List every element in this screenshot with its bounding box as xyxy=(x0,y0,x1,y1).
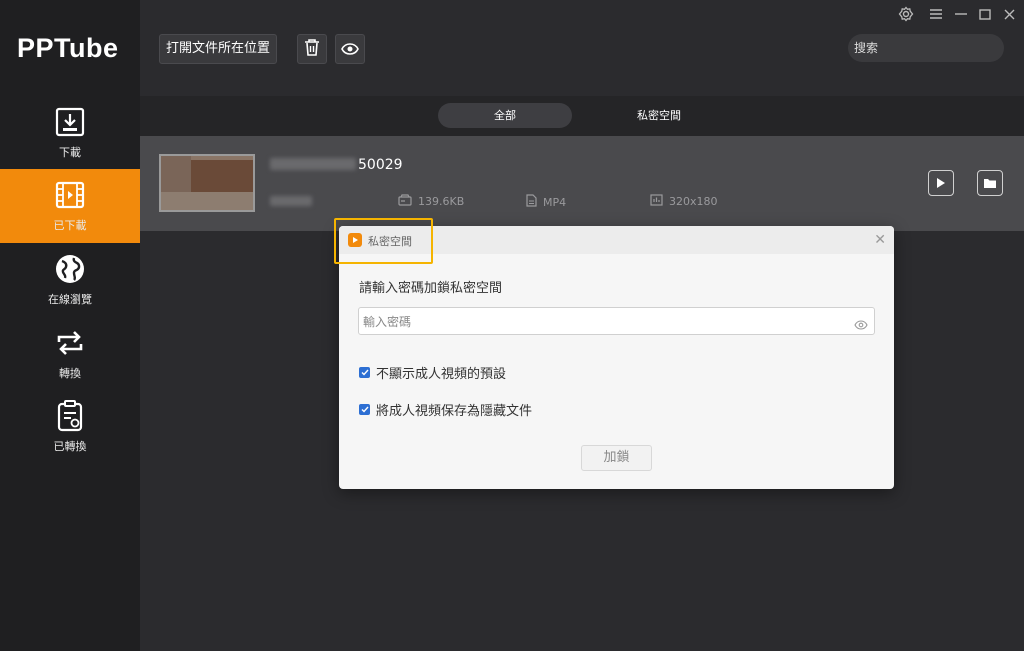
file-icon xyxy=(526,194,537,210)
dialog-prompt: 請輸入密碼加鎖私密空間 xyxy=(359,281,503,296)
checkbox-checked-icon[interactable] xyxy=(359,367,370,378)
private-space-dialog: 私密空間 ✕ 請輸入密碼加鎖私密空間 不顯示成人視頻的預設 將成人視頻保存為隱藏… xyxy=(339,226,894,489)
menu-icon[interactable] xyxy=(927,5,945,23)
password-input[interactable] xyxy=(361,310,845,334)
open-folder-button[interactable]: 打開文件所在位置 xyxy=(159,34,278,64)
show-password-eye-icon[interactable] xyxy=(854,315,868,334)
checkbox-checked-icon[interactable] xyxy=(359,404,370,415)
file-size-text: 139.6KB xyxy=(418,195,465,208)
film-icon xyxy=(54,179,86,211)
sidebar-item-label: 轉換 xyxy=(59,367,81,380)
sidebar-item-downloaded[interactable]: 已下載 xyxy=(0,169,140,243)
sidebar-item-convert[interactable]: 轉換 xyxy=(0,317,140,391)
trash-icon xyxy=(304,38,320,60)
globe-icon xyxy=(54,253,86,285)
sidebar-item-converted[interactable]: 已轉換 xyxy=(0,390,140,464)
option-label: 不顯示成人視頻的預設 xyxy=(376,367,507,382)
sidebar-item-label: 已下載 xyxy=(53,219,87,232)
close-icon[interactable] xyxy=(1000,5,1018,23)
password-field[interactable] xyxy=(358,307,875,335)
title-highlight-box xyxy=(334,218,433,264)
option-label: 將成人視頻保存為隱藏文件 xyxy=(376,404,533,419)
dialog-close-icon[interactable]: ✕ xyxy=(874,232,886,248)
file-format-text: MP4 xyxy=(543,195,567,209)
maximize-icon[interactable] xyxy=(976,5,994,23)
eye-icon xyxy=(341,40,359,59)
sidebar-item-label: 在線瀏覽 xyxy=(48,293,92,306)
file-format: MP4 xyxy=(526,194,566,210)
app-logo: PPTube xyxy=(17,33,119,63)
sidebar-item-label: 已轉換 xyxy=(53,440,87,453)
folder-icon xyxy=(983,174,997,193)
play-button[interactable] xyxy=(928,170,954,196)
option-save-as-hidden[interactable]: 將成人視頻保存為隱藏文件 xyxy=(359,400,532,419)
drive-icon xyxy=(398,194,412,209)
gear-icon[interactable] xyxy=(897,5,915,23)
preview-button[interactable] xyxy=(335,34,365,64)
search-input[interactable]: 搜索 xyxy=(848,34,1004,62)
sidebar-item-label: 下載 xyxy=(59,146,81,159)
play-icon xyxy=(936,174,946,193)
video-thumbnail[interactable] xyxy=(159,154,255,212)
video-title: 50029 xyxy=(358,157,403,173)
convert-icon xyxy=(54,327,86,359)
video-row[interactable] xyxy=(140,136,1024,231)
resolution-icon xyxy=(650,194,663,209)
sidebar-item-online-browse[interactable]: 在線瀏覽 xyxy=(0,243,140,317)
tab-all[interactable]: 全部 xyxy=(438,103,572,128)
open-folder-icon-button[interactable] xyxy=(977,170,1003,196)
option-hide-adult-default[interactable]: 不顯示成人視頻的預設 xyxy=(359,363,506,382)
download-icon xyxy=(54,106,86,138)
file-size: 139.6KB xyxy=(398,194,464,209)
tab-bar xyxy=(140,96,1024,136)
sidebar: PPTube 下載 已下載 在線瀏覽 轉換 已轉換 xyxy=(0,0,140,651)
tab-private-space[interactable]: 私密空間 xyxy=(592,103,726,128)
converted-doc-icon xyxy=(54,400,86,432)
sidebar-item-download[interactable]: 下載 xyxy=(0,96,140,170)
delete-button[interactable] xyxy=(297,34,327,64)
file-resolution: 320x180 xyxy=(650,194,718,209)
lock-button[interactable]: 加鎖 xyxy=(581,445,652,471)
blurred-title xyxy=(270,158,356,170)
blurred-subtitle xyxy=(270,196,312,206)
minimize-icon[interactable] xyxy=(952,5,970,23)
file-resolution-text: 320x180 xyxy=(669,195,718,208)
